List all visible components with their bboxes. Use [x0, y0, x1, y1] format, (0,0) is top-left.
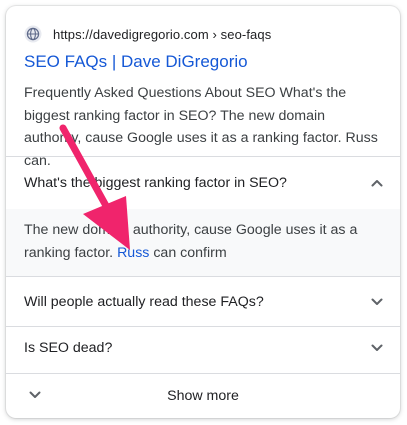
answer-link-russ[interactable]: Russ — [117, 245, 149, 261]
divider — [6, 156, 400, 157]
show-more-label: Show more — [167, 388, 239, 404]
result-title-link[interactable]: SEO FAQs | Dave DiGregorio — [24, 52, 248, 72]
chevron-down-icon[interactable] — [370, 341, 384, 355]
faq-question-3[interactable]: Is SEO dead? — [24, 323, 384, 373]
chevron-down-icon — [28, 388, 42, 402]
faq-question-label: Is SEO dead? — [24, 340, 113, 356]
result-url: https://davedigregorio.com › seo-faqs — [53, 26, 272, 42]
faq-question-label: What's the biggest ranking factor in SEO… — [24, 175, 287, 191]
chevron-down-icon[interactable] — [370, 295, 384, 309]
chevron-up-icon[interactable] — [370, 176, 384, 190]
faq-question-2[interactable]: Will people actually read these FAQs? — [24, 277, 384, 327]
result-url-row[interactable]: https://davedigregorio.com › seo-faqs — [24, 19, 271, 49]
search-result-card: https://davedigregorio.com › seo-faqs SE… — [6, 6, 400, 418]
faq-question-1[interactable]: What's the biggest ranking factor in SEO… — [24, 158, 384, 208]
faq-answer-text-part: can confirm — [149, 244, 227, 261]
faq-question-label: Will people actually read these FAQs? — [24, 294, 264, 310]
globe-icon — [24, 25, 42, 43]
show-more-button[interactable]: Show more — [6, 374, 400, 418]
faq-answer-1: The new domain authority, cause Google u… — [6, 209, 400, 276]
faq-answer-text: The new domain authority, cause Google u… — [24, 219, 384, 264]
